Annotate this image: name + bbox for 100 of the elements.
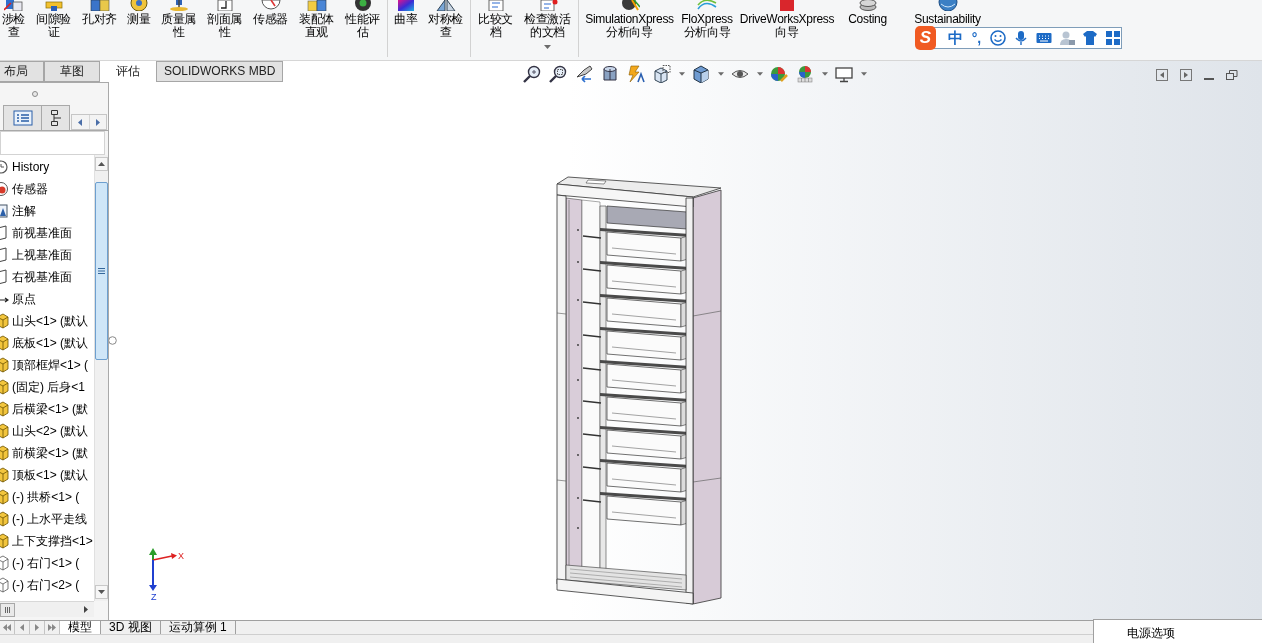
section-view-button[interactable] [600,64,620,84]
tree-item[interactable]: 顶板<1> (默认 [12,467,89,483]
person-icon[interactable] [1059,30,1075,46]
caret-up-icon [98,162,105,166]
color-ball-icon [796,65,814,83]
cube-icon [692,65,710,83]
x-axis-arrow [152,553,177,561]
cube-icon [653,65,671,83]
collapse-left-button[interactable] [1156,69,1168,81]
command-button[interactable]: 间隙验证 [35,0,72,39]
vertical-scrollbar[interactable] [94,155,108,601]
command-button[interactable]: 质量属性 [160,0,197,39]
collapse-right-button[interactable] [1180,69,1192,81]
splitter-handle-icon[interactable] [108,336,117,345]
previous-view-button[interactable] [574,64,594,84]
caret-left-icon [78,118,83,126]
model-tab[interactable]: 模型 [60,621,101,634]
zoom-to-fit-button[interactable] [522,64,542,84]
configuration-tab[interactable] [42,105,70,130]
tree-item[interactable]: 上下支撑挡<1> [12,533,93,549]
tree-item[interactable]: 后横梁<1> (默 [12,401,89,417]
command-button[interactable]: 比较文档 [477,0,514,39]
caret-icon[interactable] [861,72,867,76]
tree-item[interactable]: 山头<1> (默认 [12,313,89,329]
tree-item[interactable]: (-) 拱桥<1> ( [12,489,80,505]
cube-icon [0,445,9,461]
double-caret-left-icon [3,624,11,631]
cube-icon [0,489,9,505]
shirt-icon[interactable] [1082,30,1098,46]
smiley-icon[interactable] [990,30,1006,46]
command-button[interactable]: 涉检查 [1,0,26,39]
tree-item[interactable]: 前横梁<1> (默 [12,445,89,461]
command-button[interactable]: 孔对齐 [81,0,118,26]
scrollbar-thumb[interactable] [95,182,108,360]
punctuation-button[interactable]: °, [970,29,983,47]
command-button[interactable]: 性能评估 [344,0,381,39]
command-button[interactable]: 对称检查 [427,0,464,39]
caret-icon[interactable] [544,45,551,49]
caret-right-icon [84,606,88,613]
tree-item[interactable]: 前视基准面 [12,225,72,241]
scroll-up-button[interactable] [95,157,108,171]
tree-item[interactable]: 注解 [12,203,36,219]
command-button[interactable]: 曲率 [394,0,418,26]
tree-item[interactable]: History [12,159,50,175]
edit-appearance-button[interactable] [769,64,789,84]
command-tab[interactable]: 布局 [0,61,44,82]
tree-item[interactable]: (-) 上水平走线 [12,511,88,527]
command-tab[interactable]: 草图 [44,61,100,82]
filter-field[interactable] [0,131,105,155]
color-ball-icon [770,65,788,83]
tooltip: 电源选项 [1093,619,1262,643]
caret-icon[interactable] [718,72,724,76]
tree-item[interactable]: (-) 右门<1> ( [12,555,80,571]
restore-button[interactable] [1226,69,1238,81]
grid-icon[interactable] [1105,30,1121,46]
list-icon [12,110,33,126]
display-style-button[interactable] [691,64,724,84]
horizontal-scrollbar[interactable] [0,601,94,617]
scrollbar-thumb[interactable] [0,602,15,617]
apply-scene-button[interactable] [795,64,828,84]
tree-item[interactable]: 传感器 [12,181,48,197]
input-mode-button[interactable]: 中 [948,29,963,47]
scroll-down-button[interactable] [95,585,108,599]
command-tab[interactable]: 评估 [100,61,156,82]
command-button[interactable]: FloXpress 分析向导 [683,0,731,39]
microphone-icon[interactable] [1013,30,1029,46]
command-button[interactable]: 检查激活的文档 [523,0,572,49]
caret-down-icon [98,590,105,594]
caret-icon[interactable] [757,72,763,76]
view-orientation-button[interactable] [652,64,685,84]
command-button[interactable]: DriveWorksXpress 向导 [740,0,834,39]
view-settings-button[interactable] [834,64,867,84]
tile-icon [777,0,797,11]
annotation-view-button[interactable] [626,64,646,84]
tree-item[interactable]: 底板<1> (默认 [12,335,89,351]
caret-icon[interactable] [679,72,685,76]
cube-icon [0,423,9,439]
caret-icon[interactable] [822,72,828,76]
tree-item[interactable]: (固定) 后身<1 [12,379,85,395]
command-button[interactable]: 测量 [127,0,151,26]
tree-item[interactable]: 山头<2> (默认 [12,423,89,439]
tree-item[interactable]: 右视基准面 [12,269,72,285]
keyboard-icon[interactable] [1036,30,1052,46]
annotation-icon [0,203,9,219]
gradient-square-icon [396,0,416,11]
grip-dot-icon[interactable] [32,91,38,97]
zoom-to-area-button[interactable] [548,64,568,84]
boxes-icon [306,0,327,11]
command-button[interactable]: SimulationXpress 分析向导 [585,0,674,39]
command-button[interactable]: Costing [843,0,892,26]
command-tab[interactable]: SOLIDWORKS MBD [156,61,284,82]
command-button[interactable]: Sustainability [901,0,994,26]
tree-item[interactable]: 原点 [12,291,36,307]
tree-item[interactable]: 顶部框焊<1> ( [12,357,89,373]
tree-item[interactable]: (-) 右门<2> ( [12,577,80,593]
minimize-icon [1204,78,1214,80]
command-button[interactable]: 剖面属性 [206,0,243,39]
command-button[interactable]: 装配体直观 [298,0,335,39]
tree-item[interactable]: 上视基准面 [12,247,72,263]
command-button[interactable]: 传感器 [252,0,289,26]
